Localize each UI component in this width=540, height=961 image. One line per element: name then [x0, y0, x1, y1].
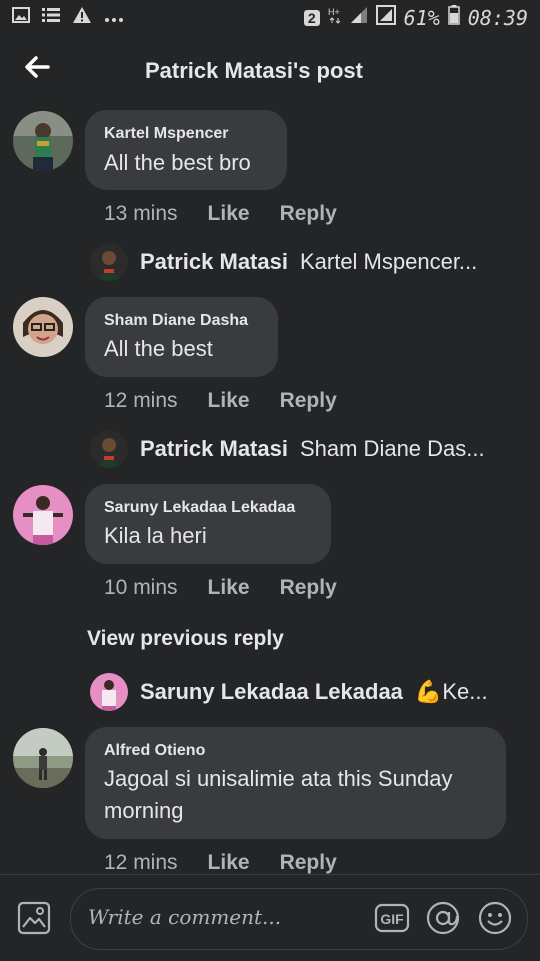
comment-author[interactable]: Alfred Otieno	[104, 742, 205, 760]
avatar-saruny[interactable]	[13, 485, 73, 545]
status-left-icons	[12, 6, 124, 29]
comment-author[interactable]: Kartel Mspencer	[104, 125, 229, 143]
comment-time: 12 mins	[104, 389, 178, 412]
network-hplus-icon: H+	[328, 6, 342, 30]
comment-time: 12 mins	[104, 851, 178, 874]
reply-author: Saruny Lekadaa Lekadaa	[140, 679, 403, 704]
view-previous-reply-link[interactable]: View previous reply	[87, 627, 284, 651]
more-dots-icon	[104, 7, 124, 28]
reply-preview[interactable]: Patrick Matasi Kartel Mspencer...	[90, 243, 477, 281]
photo-icon[interactable]	[16, 900, 52, 936]
reply-text: Sham Diane Das...	[299, 436, 485, 461]
comment-meta: 10 mins Like Reply	[104, 576, 337, 600]
comment-author[interactable]: Saruny Lekadaa Lekadaa	[104, 499, 295, 517]
comment-input-placeholder[interactable]: Write a comment...	[88, 905, 281, 929]
comment-time: 13 mins	[104, 202, 178, 225]
list-icon	[42, 7, 60, 28]
avatar-patrick	[90, 430, 128, 468]
comment-meta: 13 mins Like Reply	[104, 202, 337, 226]
mention-icon[interactable]	[425, 900, 461, 936]
reply-text: Kartel Mspencer...	[299, 249, 478, 274]
comment-text-line1: Jagoal si unisalimie ata this Sunday	[104, 766, 453, 791]
signal-icon	[350, 6, 368, 30]
svg-text:H+: H+	[328, 7, 340, 17]
status-bar: 2 H+ 61% 08:39	[0, 0, 540, 36]
reply-text: 💪Ke...	[414, 679, 488, 704]
reply-preview[interactable]: Saruny Lekadaa Lekadaa 💪Ke...	[90, 673, 488, 711]
comment-bubble[interactable]: Kartel Mspencer All the best bro	[85, 110, 287, 190]
comment-meta: 12 mins Like Reply	[104, 851, 337, 875]
gif-icon[interactable]: GIF	[374, 900, 410, 936]
comment-text-line2: morning	[104, 798, 184, 823]
status-right: 2 H+ 61% 08:39	[303, 5, 528, 31]
back-arrow-icon[interactable]	[22, 52, 52, 82]
signal-box-icon	[375, 5, 396, 31]
avatar-sham[interactable]	[13, 297, 73, 357]
avatar-patrick	[90, 243, 128, 281]
reply-button[interactable]: Reply	[280, 576, 337, 600]
reply-button[interactable]: Reply	[280, 202, 337, 226]
like-button[interactable]: Like	[208, 851, 250, 875]
comment-bubble[interactable]: Alfred Otieno Jagoal si unisalimie ata t…	[85, 727, 506, 839]
warning-icon	[72, 6, 92, 29]
comment-bubble[interactable]: Sham Diane Dasha All the best	[85, 297, 278, 377]
comment-text: All the best	[104, 336, 213, 361]
battery-icon	[448, 5, 460, 31]
emoji-icon[interactable]	[477, 900, 513, 936]
comment-time: 10 mins	[104, 576, 178, 599]
reply-preview[interactable]: Patrick Matasi Sham Diane Das...	[90, 430, 485, 468]
comment-text: Kila la heri	[104, 523, 207, 548]
like-button[interactable]: Like	[208, 389, 250, 413]
comment-author[interactable]: Sham Diane Dasha	[104, 312, 248, 330]
reply-button[interactable]: Reply	[280, 851, 337, 875]
reply-button[interactable]: Reply	[280, 389, 337, 413]
like-button[interactable]: Like	[208, 576, 250, 600]
avatar-saruny	[90, 673, 128, 711]
comment-meta: 12 mins Like Reply	[104, 389, 337, 413]
avatar-alfred[interactable]	[13, 728, 73, 788]
reply-author: Patrick Matasi	[140, 436, 288, 461]
clock: 08:39	[467, 6, 528, 30]
page-title: Patrick Matasi's post	[145, 58, 363, 83]
sim-badge: 2	[303, 10, 320, 26]
battery-percent: 61%	[403, 6, 440, 30]
like-button[interactable]: Like	[208, 202, 250, 226]
avatar-kartel[interactable]	[13, 111, 73, 171]
comment-text: All the best bro	[104, 150, 251, 175]
gif-label: GIF	[380, 911, 404, 927]
reply-author: Patrick Matasi	[140, 249, 288, 274]
image-icon	[12, 7, 30, 28]
comment-bubble[interactable]: Saruny Lekadaa Lekadaa Kila la heri	[85, 484, 331, 564]
